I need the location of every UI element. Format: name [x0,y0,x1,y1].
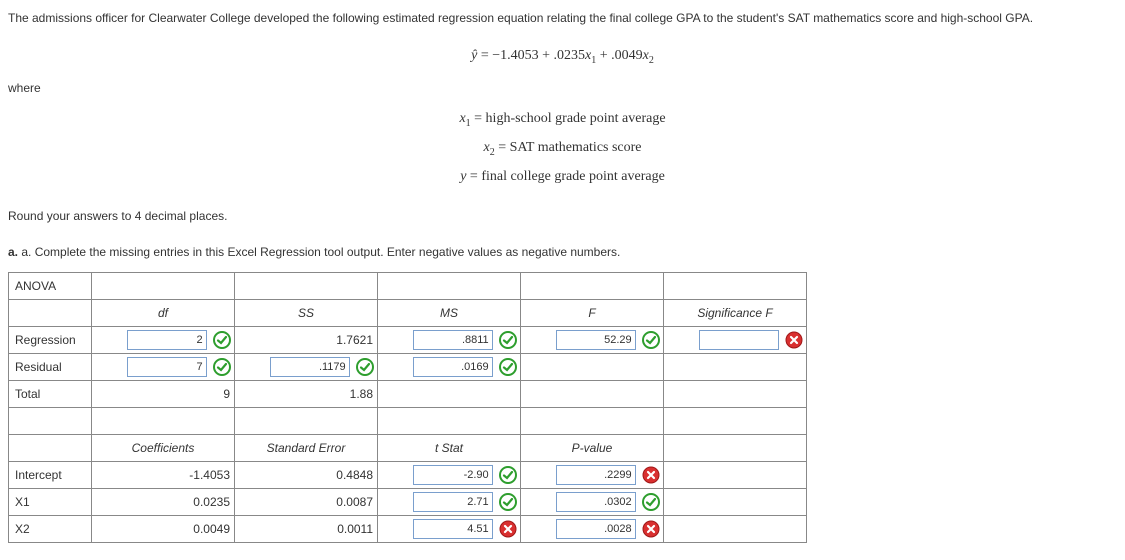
header-f: F [521,299,664,326]
x-icon [642,520,660,538]
label-total: Total [9,380,92,407]
header-se: Standard Error [235,434,378,461]
check-icon [499,331,517,349]
input-residual-ms[interactable]: .0169 [413,357,493,377]
rounding-note: Round your answers to 4 decimal places. [8,206,1117,228]
input-x1-p[interactable]: .0302 [556,492,636,512]
part-a-instruction: a. a. Complete the missing entries in th… [8,242,1117,264]
check-icon [499,358,517,376]
input-x1-t[interactable]: 2.71 [413,492,493,512]
row-regression: Regression 2 1.7621 .8811 52.29 [9,326,807,353]
problem-intro: The admissions officer for Clearwater Co… [8,8,1117,28]
x-icon [499,520,517,538]
row-intercept: Intercept -1.4053 0.4848 -2.90 .2299 [9,461,807,488]
row-total: Total 9 1.88 [9,380,807,407]
input-residual-ss[interactable]: .1179 [270,357,350,377]
check-icon [213,358,231,376]
header-t: t Stat [378,434,521,461]
input-x2-t[interactable]: 4.51 [413,519,493,539]
input-intercept-p[interactable]: .2299 [556,465,636,485]
input-regression-df[interactable]: 2 [127,330,207,350]
label-regression: Regression [9,326,92,353]
value-intercept-coef: -1.4053 [92,461,235,488]
check-icon [499,466,517,484]
value-regression-ss: 1.7621 [235,326,378,353]
where-label: where [8,81,1117,95]
anova-title: ANOVA [9,272,92,299]
value-intercept-se: 0.4848 [235,461,378,488]
value-total-ss: 1.88 [235,380,378,407]
row-x2: X2 0.0049 0.0011 4.51 .0028 [9,515,807,542]
label-intercept: Intercept [9,461,92,488]
variable-definitions: x1 = high-school grade point average x2 … [8,105,1117,191]
header-sigf: Significance F [664,299,807,326]
x-icon [642,466,660,484]
part-a-text: a. Complete the missing entries in this … [21,245,620,259]
label-residual: Residual [9,353,92,380]
row-residual: Residual 7 .1179 .0169 [9,353,807,380]
value-x1-coef: 0.0235 [92,488,235,515]
header-ms: MS [378,299,521,326]
check-icon [642,331,660,349]
input-x2-p[interactable]: .0028 [556,519,636,539]
header-ss: SS [235,299,378,326]
value-x2-coef: 0.0049 [92,515,235,542]
check-icon [356,358,374,376]
header-df: df [92,299,235,326]
input-regression-f[interactable]: 52.29 [556,330,636,350]
regression-equation: ŷ = −1.4053 + .0235x1 + .0049x2 [8,48,1117,66]
input-residual-df[interactable]: 7 [127,357,207,377]
label-x2: X2 [9,515,92,542]
label-x1: X1 [9,488,92,515]
input-intercept-t[interactable]: -2.90 [413,465,493,485]
check-icon [499,493,517,511]
anova-table: ANOVA df SS MS F Significance F Regressi… [8,272,807,543]
value-x1-se: 0.0087 [235,488,378,515]
header-p: P-value [521,434,664,461]
row-x1: X1 0.0235 0.0087 2.71 .0302 [9,488,807,515]
value-total-df: 9 [92,380,235,407]
value-x2-se: 0.0011 [235,515,378,542]
x-icon [785,331,803,349]
input-regression-ms[interactable]: .8811 [413,330,493,350]
check-icon [642,493,660,511]
input-regression-sigf[interactable] [699,330,779,350]
check-icon [213,331,231,349]
header-coef: Coefficients [92,434,235,461]
